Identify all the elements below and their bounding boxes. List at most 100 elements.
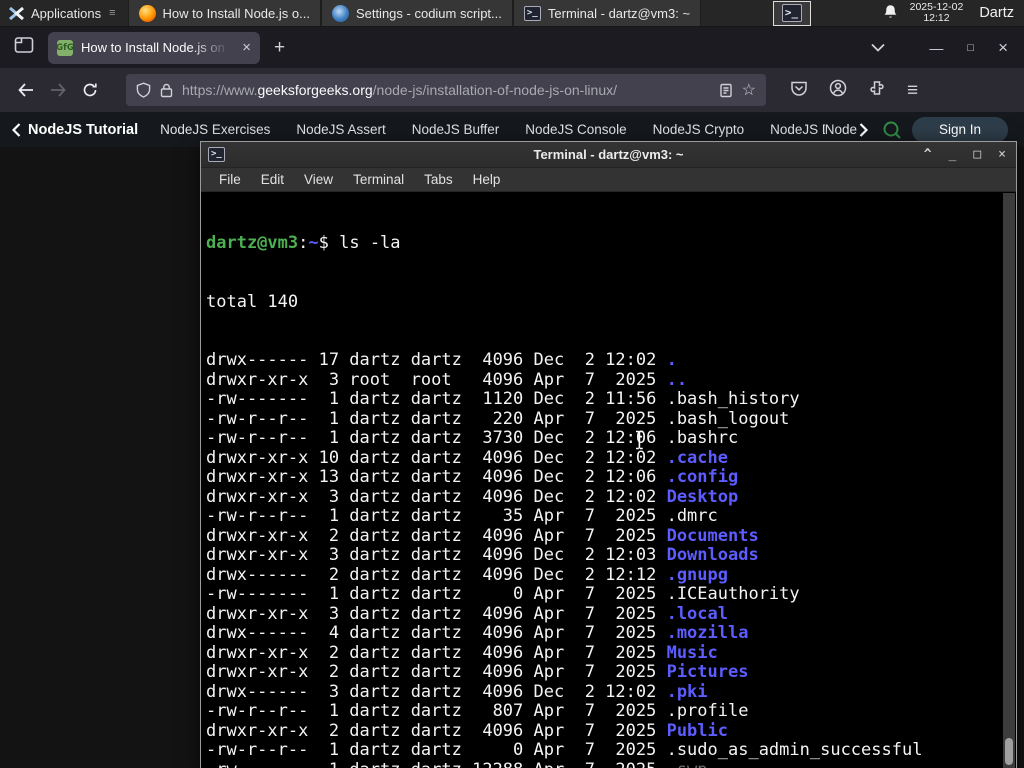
panel-clock[interactable]: 2025-12-02 12:12: [910, 1, 964, 25]
listing-row: -rw------- 1 dartz dartz 12288 Apr 7 202…: [206, 760, 1003, 768]
chevron-right-icon: [859, 122, 868, 137]
firefox-toolbar: https://www.geeksforgeeks.org/node-js/in…: [0, 68, 1024, 112]
file-name: .gnupg: [666, 564, 728, 585]
menu-dash-icon: ≡: [109, 7, 116, 19]
listing-row: drwxr-xr-x 2 dartz dartz 4096 Apr 7 2025…: [206, 662, 749, 682]
listing-row: drwx------ 4 dartz dartz 4096 Apr 7 2025…: [206, 623, 749, 643]
listing-row: -rw-r--r-- 1 dartz dartz 220 Apr 7 2025 …: [206, 408, 790, 429]
bookmark-star-icon[interactable]: ☆: [742, 80, 756, 100]
file-name: .profile: [666, 701, 749, 721]
back-button[interactable]: [10, 75, 42, 105]
firefox-view-icon[interactable]: [14, 36, 34, 59]
taskbar-window-settings[interactable]: Settings - codium script...: [320, 0, 513, 26]
site-nav-back-label: NodeJS Tutorial: [28, 121, 139, 138]
url-domain: geeksforgeeks.org: [257, 82, 373, 98]
listing-row: -rw------- 1 dartz dartz 0 Apr 7 2025 .I…: [206, 584, 800, 604]
terminal-title-bar[interactable]: >_ Terminal - dartz@vm3: ~ ^ _ □ ×: [201, 142, 1016, 168]
site-nav-overflow[interactable]: Node: [825, 122, 868, 137]
tray-terminal-icon[interactable]: >_: [772, 0, 811, 26]
sign-in-button[interactable]: Sign In: [912, 116, 1008, 143]
file-name: .swp: [667, 760, 708, 768]
terminal-menu-view[interactable]: View: [294, 172, 343, 187]
url-bar[interactable]: https://www.geeksforgeeks.org/node-js/in…: [126, 74, 766, 106]
file-name: .ICEauthority: [666, 584, 800, 604]
listing-row: drwx------ 2 dartz dartz 4096 Dec 2 12:1…: [206, 564, 728, 585]
site-nav-item[interactable]: NodeJS Exercises: [160, 122, 270, 137]
reader-mode-icon[interactable]: [719, 83, 733, 98]
site-nav-item[interactable]: NodeJS Crypto: [653, 122, 745, 137]
file-name: .local: [666, 603, 728, 624]
terminal-screen[interactable]: dartz@vm3:~$ ls -la total 140 drwx------…: [202, 193, 1003, 768]
terminal-minimize-button[interactable]: _: [949, 147, 957, 162]
site-nav-back[interactable]: NodeJS Tutorial: [12, 122, 138, 138]
terminal-menu-help[interactable]: Help: [463, 172, 511, 187]
url-scheme: https://www.: [182, 82, 258, 98]
terminal-shade-button[interactable]: ^: [924, 147, 932, 162]
taskbar-window-firefox[interactable]: How to Install Node.js o...: [127, 0, 321, 26]
file-name: .dmrc: [666, 506, 718, 526]
url-text: https://www.geeksforgeeks.org/node-js/in…: [182, 82, 710, 98]
terminal-menu-terminal[interactable]: Terminal: [343, 172, 414, 187]
pocket-icon[interactable]: [790, 79, 808, 102]
user-name: Dartz: [979, 5, 1014, 21]
listing-row: drwxr-xr-x 2 dartz dartz 4096 Apr 7 2025…: [206, 525, 759, 546]
account-icon[interactable]: [829, 79, 847, 102]
listing-row: drwxr-xr-x 3 dartz dartz 4096 Dec 2 12:0…: [206, 545, 759, 565]
file-name: .config: [666, 467, 739, 487]
site-nav-item-truncated[interactable]: Node: [825, 122, 857, 137]
url-path: /node-js/installation-of-node-js-on-linu…: [372, 82, 617, 98]
window-maximize-button[interactable]: □: [967, 42, 974, 54]
app-menu-icon[interactable]: ≡: [907, 81, 918, 100]
extensions-puzzle-icon[interactable]: [868, 79, 886, 102]
site-nav-item[interactable]: NodeJS DNS: [770, 122, 825, 137]
forward-button[interactable]: [42, 75, 74, 105]
listing-row: drwx------ 3 dartz dartz 4096 Dec 2 12:0…: [206, 681, 708, 702]
distro-logo-icon: [9, 6, 24, 20]
terminal-icon: >_: [523, 5, 541, 21]
listing-row: drwx------ 17 dartz dartz 4096 Dec 2 12:…: [206, 350, 677, 370]
terminal-menu-file[interactable]: File: [209, 172, 251, 187]
terminal-menu-bar: File Edit View Terminal Tabs Help: [201, 168, 1016, 192]
file-name: .mozilla: [666, 623, 749, 643]
terminal-menu-edit[interactable]: Edit: [251, 172, 294, 187]
site-nav-item[interactable]: NodeJS Assert: [296, 122, 385, 137]
terminal-scrollbar-thumb[interactable]: [1005, 738, 1013, 765]
listing-row: drwxr-xr-x 2 dartz dartz 4096 Apr 7 2025…: [206, 642, 718, 663]
file-name: Pictures: [666, 662, 749, 682]
list-all-tabs-icon[interactable]: [871, 39, 886, 57]
window-minimize-button[interactable]: —: [929, 40, 943, 56]
prompt-command: ls -la: [339, 233, 401, 253]
terminal-menu-tabs[interactable]: Tabs: [414, 172, 463, 187]
prompt-path: ~: [308, 233, 319, 253]
listing-row: drwxr-xr-x 3 dartz dartz 4096 Apr 7 2025…: [206, 603, 728, 624]
terminal-scrollbar[interactable]: [1003, 193, 1015, 768]
file-name: Desktop: [666, 486, 739, 507]
notification-bell-icon[interactable]: [883, 4, 898, 23]
site-nav-item[interactable]: NodeJS Console: [525, 122, 626, 137]
file-name: Music: [666, 642, 718, 663]
clock-time: 12:12: [923, 12, 950, 24]
shield-icon[interactable]: [136, 82, 151, 98]
terminal-window[interactable]: >_ Terminal - dartz@vm3: ~ ^ _ □ × File E…: [200, 141, 1017, 768]
prompt-user-host: dartz@vm3: [206, 233, 299, 253]
listing-row: drwxr-xr-x 3 root root 4096 Apr 7 2025 .…: [206, 369, 688, 390]
site-nav-item[interactable]: NodeJS Buffer: [412, 122, 500, 137]
terminal-close-button[interactable]: ×: [998, 147, 1006, 162]
browser-tab[interactable]: GfG How to Install Node.js on ×: [48, 31, 260, 64]
new-tab-button[interactable]: +: [274, 37, 285, 59]
terminal-maximize-button[interactable]: □: [973, 147, 981, 162]
site-search-icon[interactable]: [882, 120, 902, 140]
file-name: .: [666, 350, 677, 370]
tab-close-icon[interactable]: ×: [242, 40, 251, 55]
applications-label: Applications: [31, 5, 102, 21]
tab-title: How to Install Node.js on: [81, 40, 225, 55]
settings-app-icon: [331, 4, 349, 22]
window-close-button[interactable]: ×: [998, 38, 1008, 58]
applications-menu-button[interactable]: Applications ≡: [0, 0, 124, 26]
taskbar-window-terminal[interactable]: >_ Terminal - dartz@vm3: ~: [512, 0, 702, 26]
reload-button[interactable]: [74, 75, 106, 105]
mouse-ibeam-cursor: [634, 430, 645, 455]
window-tasklist: How to Install Node.js o... Settings - c…: [127, 0, 702, 26]
terminal-title: Terminal - dartz@vm3: ~: [533, 147, 684, 162]
file-name: .pki: [666, 681, 708, 702]
